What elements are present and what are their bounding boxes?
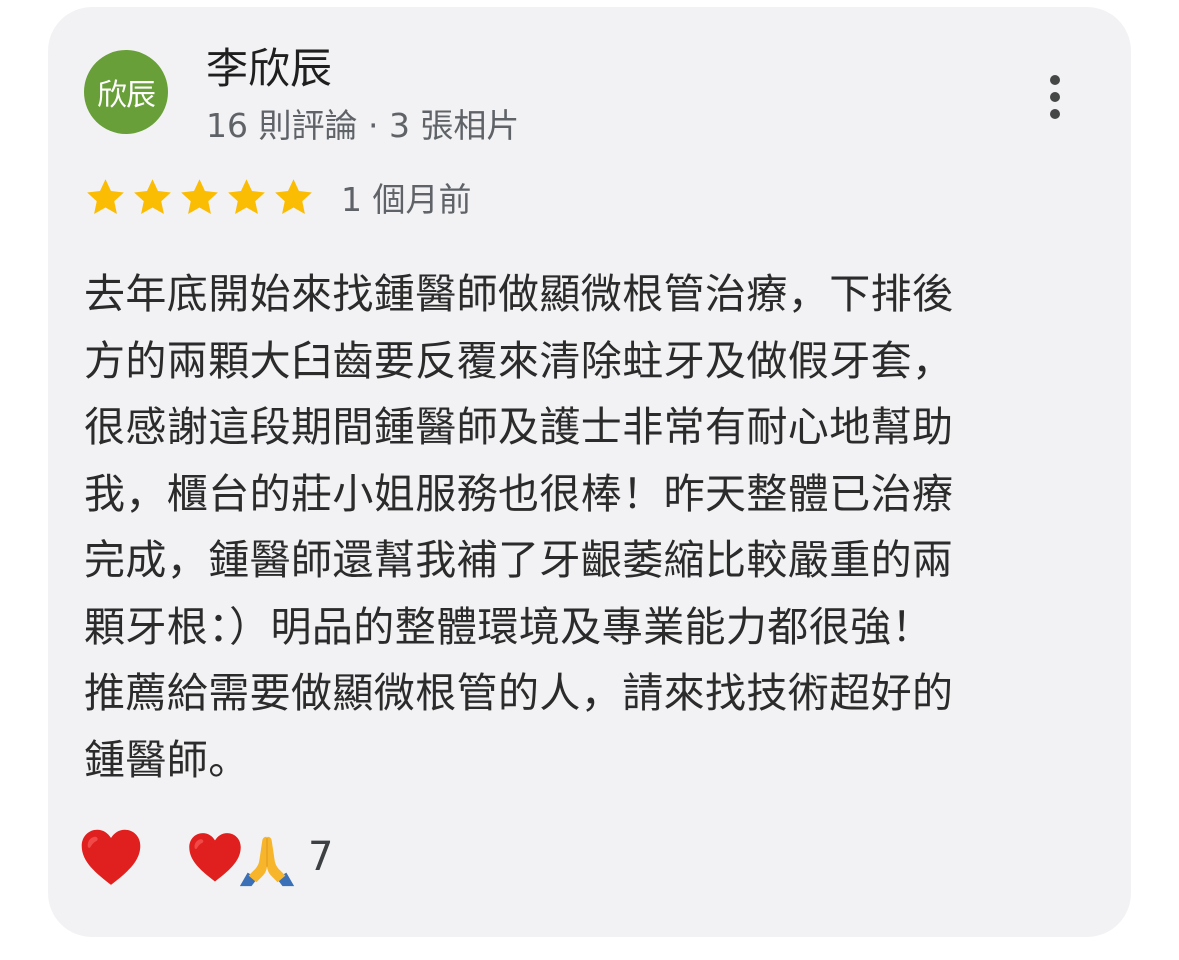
star-icon <box>84 176 127 219</box>
review-line: 我，櫃台的莊小姐服務也很棒！昨天整體已治療 <box>84 469 954 518</box>
review-line: 去年底開始來找鍾醫師做顯微根管治療，下排後 <box>84 270 954 318</box>
reviewer-meta: 16 則評論 · 3 張相片 <box>206 106 520 145</box>
reactions-bar: 7 <box>78 817 333 897</box>
review-time: 1 個月前 <box>341 180 472 219</box>
more-dot <box>1050 109 1060 119</box>
star-icon <box>225 176 268 219</box>
review-line: 完成，鍾醫師還幫我補了牙齦萎縮比較嚴重的兩 <box>84 536 954 584</box>
review-line: 鍾醫師。 <box>84 735 250 784</box>
more-dot <box>1050 75 1060 85</box>
review-line: 方的兩顆大臼齒要反覆來清除蛀牙及做假牙套， <box>84 336 954 385</box>
reaction-summary[interactable]: 7 <box>186 828 334 887</box>
avatar-initials: 欣辰 <box>97 78 156 113</box>
folded-hands-icon <box>236 828 295 887</box>
review-card: 欣辰 李欣辰 16 則評論 · 3 張相片 1 個月前 去年底開始來找鍾醫師做顯… <box>48 7 1131 937</box>
review-line: 推薦給需要做顯微根管的人，請來找技術超好的 <box>84 669 954 717</box>
rating-row: 1 個月前 <box>84 172 472 222</box>
reaction-count: 7 <box>308 834 334 880</box>
star-icon <box>131 176 174 219</box>
star-icon <box>272 176 315 219</box>
avatar[interactable]: 欣辰 <box>84 50 168 134</box>
more-dot <box>1050 92 1060 102</box>
more-options-icon[interactable] <box>1034 69 1074 125</box>
react-heart-button[interactable] <box>78 824 144 890</box>
reviewer-name[interactable]: 李欣辰 <box>206 42 332 96</box>
review-text: 去年底開始來找鍾醫師做顯微根管治療，下排後 方的兩顆大臼齒要反覆來清除蛀牙及做假… <box>84 261 1084 793</box>
red-heart-icon <box>81 829 141 885</box>
review-line: 很感謝這段期間鍾醫師及護士非常有耐心地幫助 <box>84 403 954 451</box>
star-icon <box>178 176 221 219</box>
review-line: 顆牙根：）明品的整體環境及專業能力都很強！ <box>84 602 933 651</box>
